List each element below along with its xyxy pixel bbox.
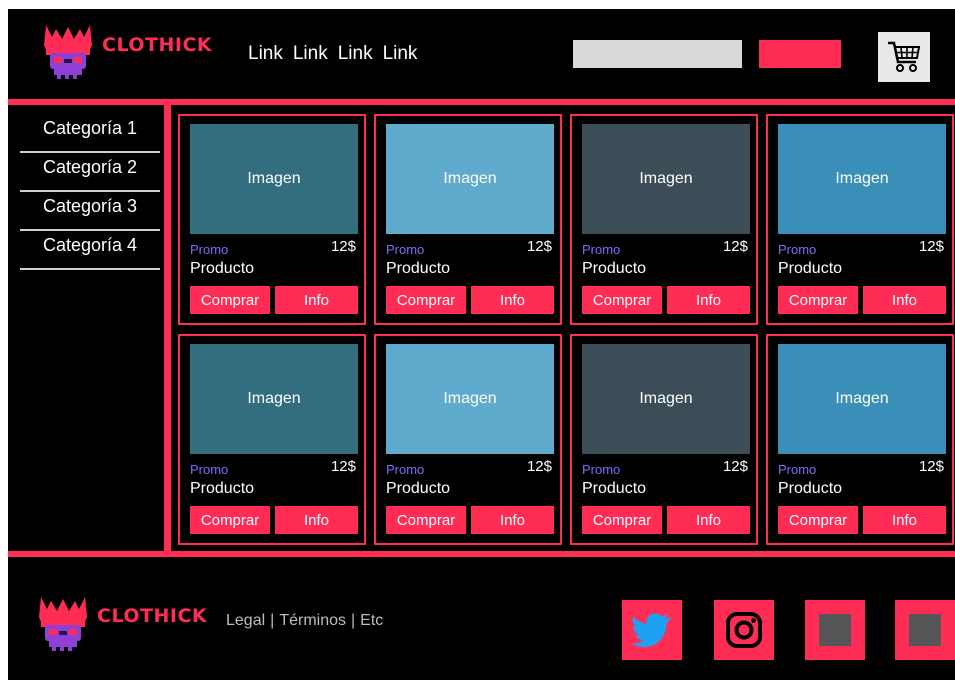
social-placeholder-icon — [819, 614, 851, 646]
product-price: 12$ — [526, 458, 552, 475]
brand-logo[interactable]: CLOTHICK — [40, 23, 212, 81]
product-price: 12$ — [918, 458, 944, 475]
nav-link[interactable]: Link — [248, 43, 283, 65]
legal-separator: | — [270, 612, 275, 629]
info-button[interactable]: Info — [275, 286, 358, 314]
product-name: Producto — [386, 480, 451, 497]
product-image[interactable]: Imagen — [386, 124, 554, 234]
info-button[interactable]: Info — [667, 286, 750, 314]
sidebar-item-categoria-4[interactable]: Categoría 4 — [20, 223, 160, 270]
promo-label: Promo — [190, 462, 229, 477]
product-name: Producto — [778, 260, 843, 277]
legal-separator: | — [351, 612, 356, 629]
product-price: 12$ — [918, 238, 944, 255]
terms-link[interactable]: Términos — [279, 612, 346, 630]
buy-button[interactable]: Comprar — [582, 506, 662, 534]
product-image[interactable]: Imagen — [386, 344, 554, 454]
dragon-logo-icon — [39, 597, 87, 651]
product-card: Imagen Promo 12$ Producto Comprar Info — [178, 114, 366, 325]
nav-link[interactable]: Link — [383, 43, 418, 65]
product-card: Imagen Promo 12$ Producto Comprar Info — [178, 334, 366, 545]
page: CLOTHICK Link Link Link Link Categoría 1… — [8, 9, 955, 680]
buy-button[interactable]: Comprar — [778, 286, 858, 314]
product-price: 12$ — [330, 458, 356, 475]
sidebar-divider — [164, 105, 171, 551]
social-button-4[interactable] — [895, 600, 955, 660]
footer-brand-logo[interactable]: CLOTHICK — [35, 595, 207, 653]
header: CLOTHICK Link Link Link Link — [8, 9, 955, 99]
promo-label: Promo — [778, 462, 817, 477]
product-card: Imagen Promo 12$ Producto Comprar Info — [766, 114, 954, 325]
promo-label: Promo — [778, 242, 817, 257]
dragon-logo-icon — [44, 25, 92, 79]
category-label: Categoría 3 — [42, 196, 138, 216]
nav-link[interactable]: Link — [338, 43, 373, 65]
search-button[interactable] — [759, 40, 841, 68]
promo-label: Promo — [582, 242, 621, 257]
product-image[interactable]: Imagen — [582, 344, 750, 454]
category-label: Categoría 4 — [42, 235, 138, 255]
nav-links: Link Link Link Link — [248, 43, 417, 65]
product-image[interactable]: Imagen — [778, 124, 946, 234]
product-name: Producto — [582, 260, 647, 277]
promo-label: Promo — [386, 242, 425, 257]
product-card: Imagen Promo 12$ Producto Comprar Info — [374, 114, 562, 325]
info-button[interactable]: Info — [863, 286, 946, 314]
info-button[interactable]: Info — [275, 506, 358, 534]
legal-link[interactable]: Legal — [226, 612, 265, 630]
footer: CLOTHICK Legal | Términos | Etc — [8, 557, 955, 680]
product-price: 12$ — [330, 238, 356, 255]
search-input[interactable] — [573, 40, 742, 68]
cart-button[interactable] — [878, 32, 930, 82]
product-name: Producto — [778, 480, 843, 497]
buy-button[interactable]: Comprar — [386, 506, 466, 534]
category-sidebar: Categoría 1 Categoría 2 Categoría 3 Cate… — [20, 114, 160, 270]
social-button-3[interactable] — [805, 600, 865, 660]
instagram-icon — [726, 612, 762, 648]
twitter-button[interactable] — [622, 600, 682, 660]
promo-label: Promo — [386, 462, 425, 477]
product-name: Producto — [386, 260, 451, 277]
buy-button[interactable]: Comprar — [386, 286, 466, 314]
nav-link[interactable]: Link — [293, 43, 328, 65]
buy-button[interactable]: Comprar — [190, 506, 270, 534]
footer-brand-name: CLOTHICK — [97, 605, 208, 627]
promo-label: Promo — [582, 462, 621, 477]
buy-button[interactable]: Comprar — [582, 286, 662, 314]
info-button[interactable]: Info — [667, 506, 750, 534]
product-image[interactable]: Imagen — [582, 124, 750, 234]
product-name: Producto — [190, 260, 255, 277]
category-label: Categoría 2 — [42, 157, 138, 177]
buy-button[interactable]: Comprar — [778, 506, 858, 534]
legal-links: Legal | Términos | Etc — [226, 612, 383, 630]
buy-button[interactable]: Comprar — [190, 286, 270, 314]
product-price: 12$ — [526, 238, 552, 255]
header-divider — [8, 99, 955, 105]
product-card: Imagen Promo 12$ Producto Comprar Info — [570, 114, 758, 325]
product-price: 12$ — [722, 238, 748, 255]
product-price: 12$ — [722, 458, 748, 475]
instagram-button[interactable] — [714, 600, 774, 660]
product-card: Imagen Promo 12$ Producto Comprar Info — [374, 334, 562, 545]
product-name: Producto — [582, 480, 647, 497]
product-card: Imagen Promo 12$ Producto Comprar Info — [570, 334, 758, 545]
product-image[interactable]: Imagen — [190, 344, 358, 454]
info-button[interactable]: Info — [471, 506, 554, 534]
twitter-icon — [632, 613, 670, 647]
social-placeholder-icon — [909, 614, 941, 646]
category-label: Categoría 1 — [42, 118, 138, 138]
brand-name: CLOTHICK — [102, 34, 213, 56]
product-name: Producto — [190, 480, 255, 497]
product-image[interactable]: Imagen — [190, 124, 358, 234]
promo-label: Promo — [190, 242, 229, 257]
info-button[interactable]: Info — [863, 506, 946, 534]
shopping-cart-icon — [888, 41, 921, 72]
product-card: Imagen Promo 12$ Producto Comprar Info — [766, 334, 954, 545]
product-image[interactable]: Imagen — [778, 344, 946, 454]
info-button[interactable]: Info — [471, 286, 554, 314]
etc-link[interactable]: Etc — [360, 612, 383, 630]
